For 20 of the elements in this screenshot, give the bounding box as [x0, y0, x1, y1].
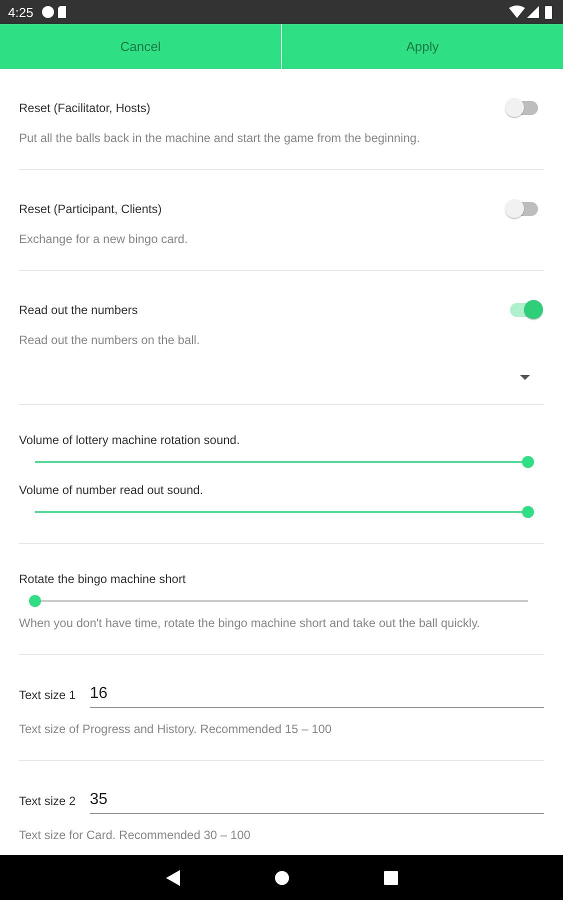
- slider-label: Volume of lottery machine rotation sound.: [19, 433, 241, 447]
- setting-description: Put all the balls back in the machine and start the game from the beginning.: [19, 131, 421, 145]
- setting-title: Read out the numbers: [19, 303, 138, 317]
- signal-battery-icon: [509, 5, 555, 19]
- field-label: Text size 2: [19, 794, 76, 810]
- setting-title: Reset (Participant, Clients): [19, 202, 162, 216]
- recents-icon[interactable]: [384, 870, 398, 884]
- home-icon[interactable]: [274, 870, 288, 884]
- back-icon[interactable]: [166, 870, 180, 886]
- slider-label: Volume of number read out sound.: [19, 483, 204, 497]
- setting-title: Reset (Facilitator, Hosts): [19, 101, 150, 115]
- setting-description: Text size of Progress and History. Recommended 15 – 100: [19, 722, 333, 736]
- dropdown-caret-icon[interactable]: [520, 375, 530, 380]
- setting-description: When you don't have time, rotate the bingo machine short and take out the ball quickly.: [19, 616, 482, 630]
- slider-label: Rotate the bingo machine short: [19, 572, 187, 586]
- setting-description: Text size for Card. Recommended 30 – 100: [19, 828, 252, 842]
- field-label: Text size 1: [19, 688, 76, 704]
- setting-description: Read out the numbers on the ball.: [19, 333, 201, 347]
- setting-description: Exchange for a new bingo card.: [19, 232, 189, 246]
- status-time: 4:25: [8, 4, 34, 20]
